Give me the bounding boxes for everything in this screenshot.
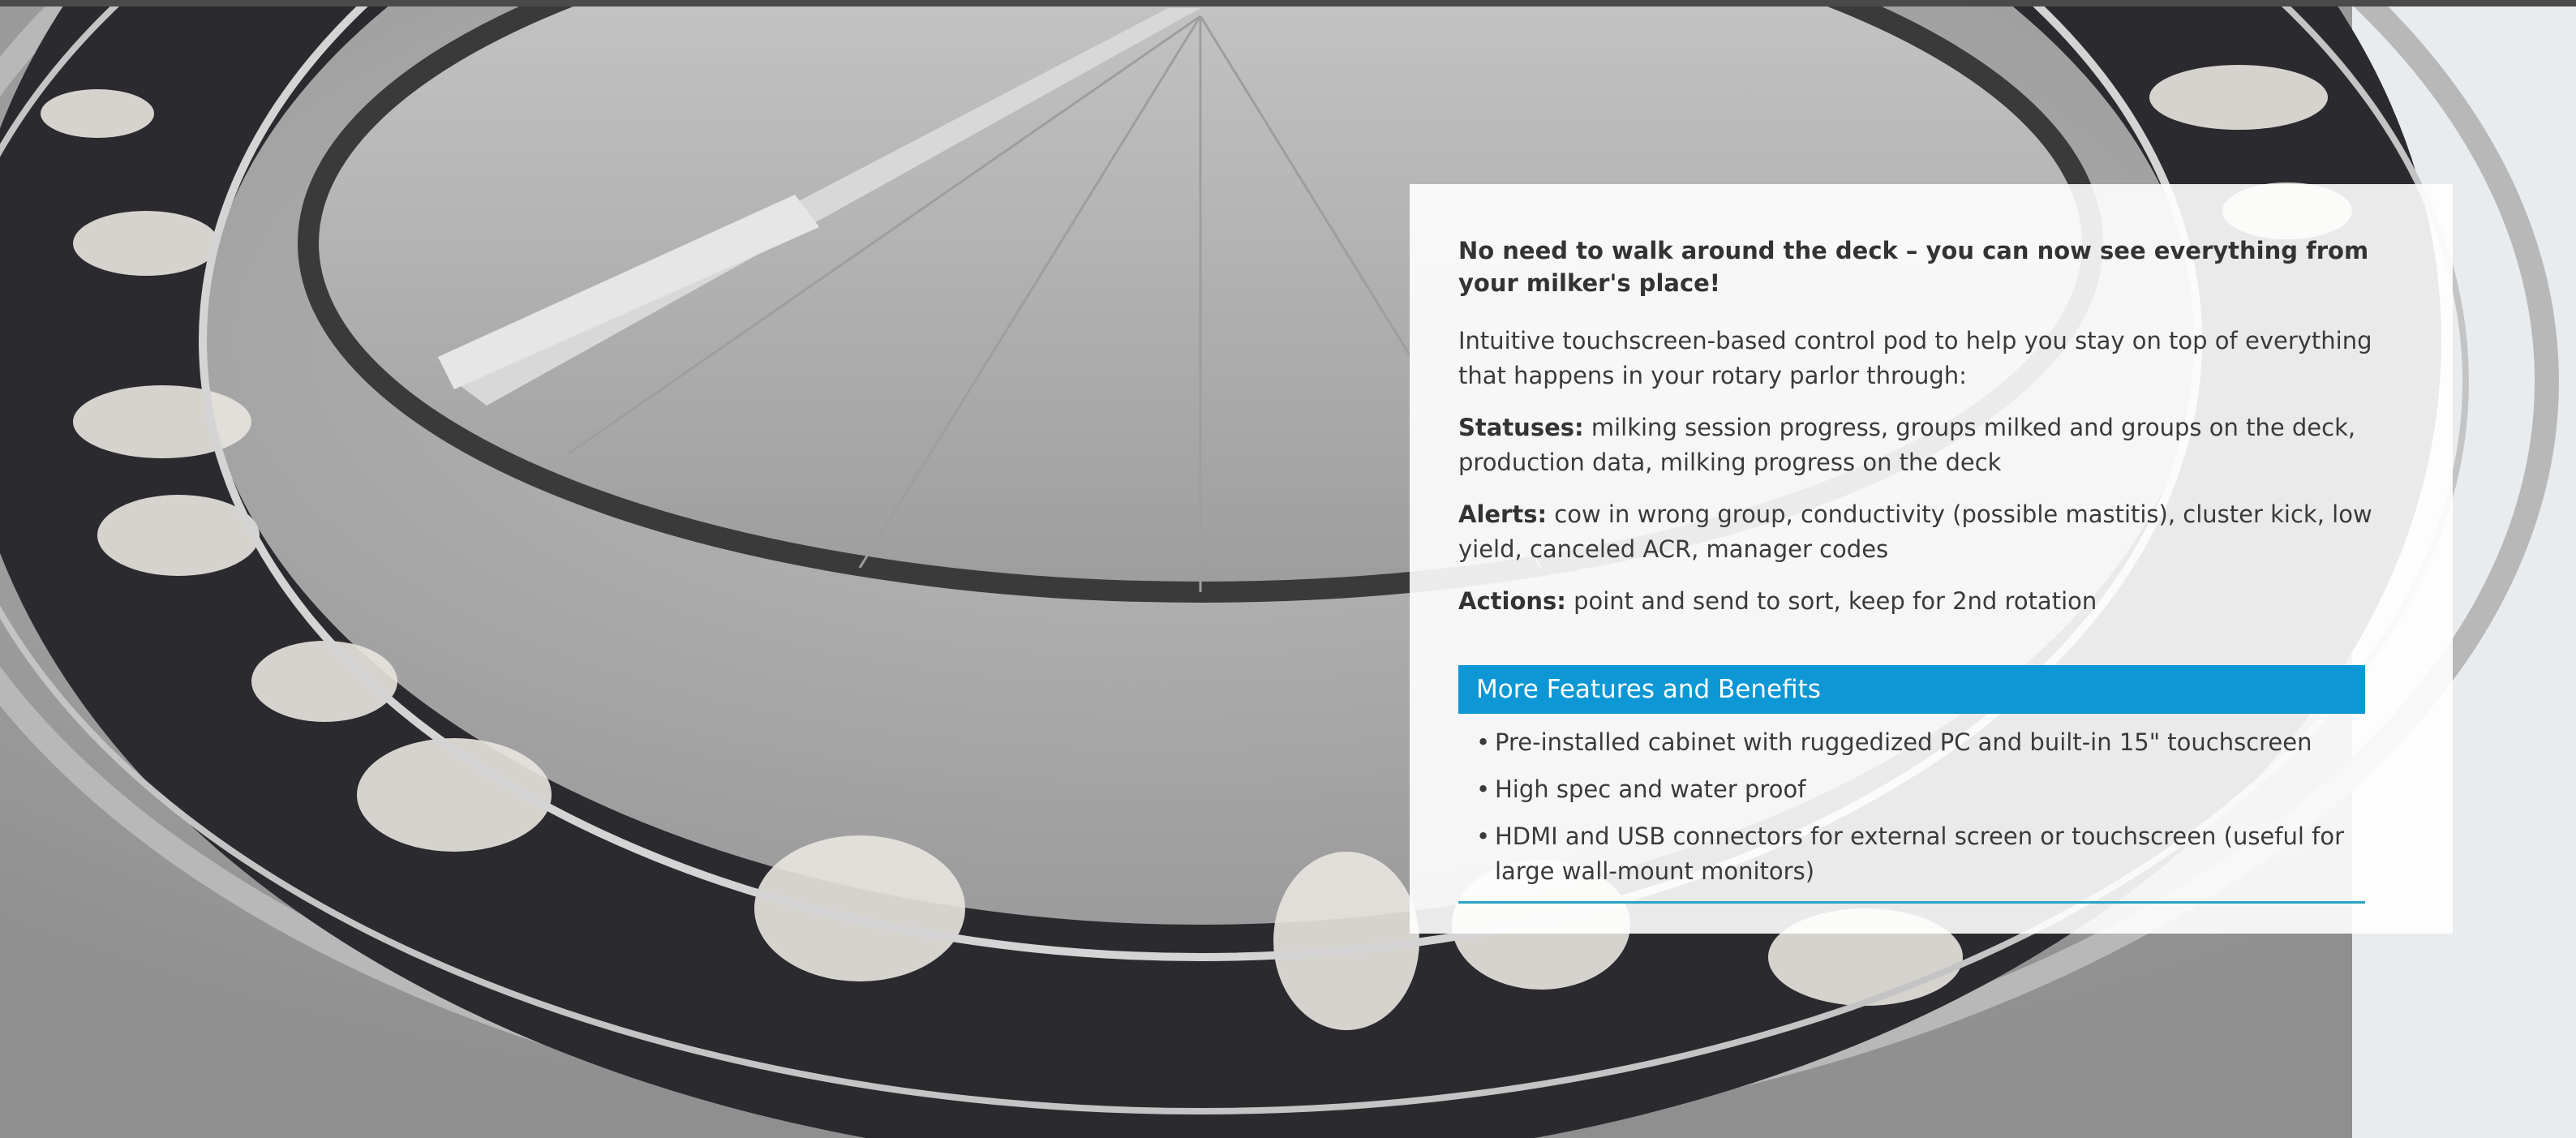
bullet-icon: • xyxy=(1476,822,1491,850)
list-item: • Pre-installed cabinet with ruggedized P… xyxy=(1458,725,2365,760)
bullet-icon: • xyxy=(1476,775,1491,803)
feature-text: HDMI and USB connectors for external scr… xyxy=(1495,822,2345,885)
alerts-text: cow in wrong group, conductivity (possib… xyxy=(1458,500,2372,563)
features-list: • Pre-installed cabinet with ruggedized P… xyxy=(1458,725,2365,889)
info-panel: No need to walk around the deck – you ca… xyxy=(1410,184,2453,934)
alerts-label: Alerts: xyxy=(1458,500,1548,528)
page: No need to walk around the deck – you ca… xyxy=(0,0,2576,1138)
actions-text: point and send to sort, keep for 2nd rot… xyxy=(1565,587,2097,615)
bullet-icon: • xyxy=(1476,728,1491,756)
section-header: More Features and Benefits xyxy=(1458,665,2365,714)
top-strip xyxy=(0,0,2576,6)
alerts-item: Alerts: cow in wrong group, conductivity… xyxy=(1458,497,2406,567)
statuses-label: Statuses: xyxy=(1458,414,1584,441)
feature-text: High spec and water proof xyxy=(1495,775,1806,803)
statuses-item: Statuses: milking session progress, grou… xyxy=(1458,410,2406,480)
divider xyxy=(1458,901,2365,904)
list-item: • HDMI and USB connectors for external sc… xyxy=(1458,819,2365,889)
list-item: • High spec and water proof xyxy=(1458,772,2365,807)
headline: No need to walk around the deck – you ca… xyxy=(1458,237,2369,297)
actions-label: Actions: xyxy=(1458,587,1566,615)
intro-text: Intuitive touchscreen-based control pod … xyxy=(1458,327,2372,389)
feature-text: Pre-installed cabinet with ruggedized PC… xyxy=(1495,728,2312,756)
actions-item: Actions: point and send to sort, keep fo… xyxy=(1458,584,2406,619)
statuses-text: milking session progress, groups milked … xyxy=(1458,414,2356,476)
